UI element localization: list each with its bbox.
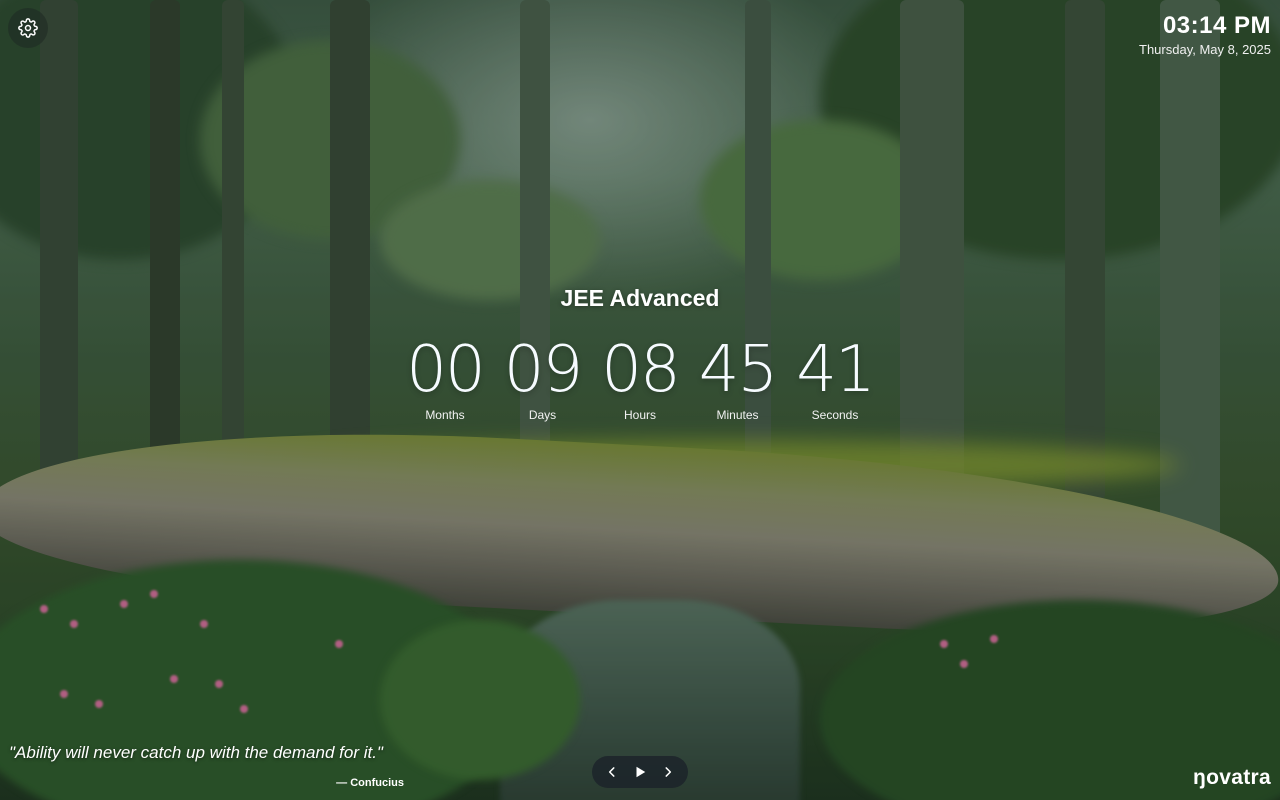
previous-button[interactable] [601,761,623,783]
event-title: JEE Advanced [560,285,720,311]
countdown-value: 45 [698,333,778,407]
clock-widget: 03:14 PM Thursday, May 8, 2025 [1139,12,1271,57]
countdown-label: Days [528,408,557,422]
quote-author: — Confucius [336,777,404,789]
countdown-label: Minutes [716,408,759,422]
countdown-seconds: 41 Seconds [786,338,884,422]
countdown-label: Months [425,408,465,422]
countdown-hours: 08 Hours [591,338,689,422]
brand-logo: ŋovatra [1193,766,1271,789]
play-icon [636,766,646,778]
chevron-right-icon [665,767,672,777]
next-button[interactable] [657,761,679,783]
chevron-left-icon [608,767,615,777]
countdown-label: Seconds [811,408,859,422]
countdown-minutes: 45 Minutes [689,338,787,422]
quote-block: "Ability will never catch up with the de… [9,742,409,789]
countdown-value: 41 [796,333,875,407]
countdown-units: 00 Months 09 Days 08 Hours 45 Minutes 41… [0,338,1280,422]
countdown-days: 09 Days [494,338,592,422]
countdown-value: 00 [406,333,485,407]
countdown-label: Hours [623,408,656,422]
clock-time: 03:14 PM [1162,12,1271,39]
settings-button[interactable] [8,8,48,48]
play-button[interactable] [629,761,651,783]
media-controls [592,756,688,788]
countdown-months: 00 Months [396,338,494,422]
clock-date: Thursday, May 8, 2025 [1139,42,1271,57]
countdown-value: 09 [503,333,583,407]
quote-text: "Ability will never catch up with the de… [9,743,383,762]
gear-icon [18,18,38,38]
countdown-value: 08 [601,333,680,407]
countdown-panel: JEE Advanced 00 Months 09 Days 08 Hours … [0,284,1280,422]
